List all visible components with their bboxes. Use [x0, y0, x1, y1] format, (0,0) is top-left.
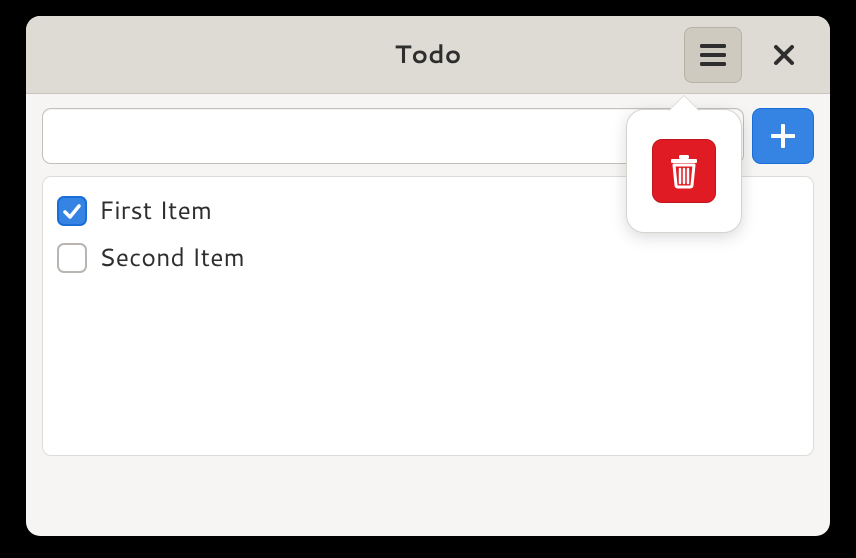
close-button[interactable]	[760, 27, 808, 83]
delete-button[interactable]	[652, 139, 716, 203]
item-label: First Item	[99, 193, 212, 228]
hamburger-icon	[700, 44, 726, 66]
add-button[interactable]	[752, 108, 814, 164]
list-item: Second Item	[57, 234, 799, 281]
plus-icon	[768, 121, 798, 151]
item-checkbox[interactable]	[57, 243, 87, 273]
menu-popover	[626, 109, 742, 233]
menu-button[interactable]	[684, 27, 742, 83]
check-icon	[62, 201, 82, 221]
trash-icon	[667, 153, 701, 189]
item-label: Second Item	[99, 240, 245, 275]
titlebar: Todo	[26, 16, 830, 94]
window-title: Todo	[395, 37, 462, 72]
item-checkbox[interactable]	[57, 196, 87, 226]
app-window: Todo	[26, 16, 830, 536]
close-icon	[773, 44, 795, 66]
